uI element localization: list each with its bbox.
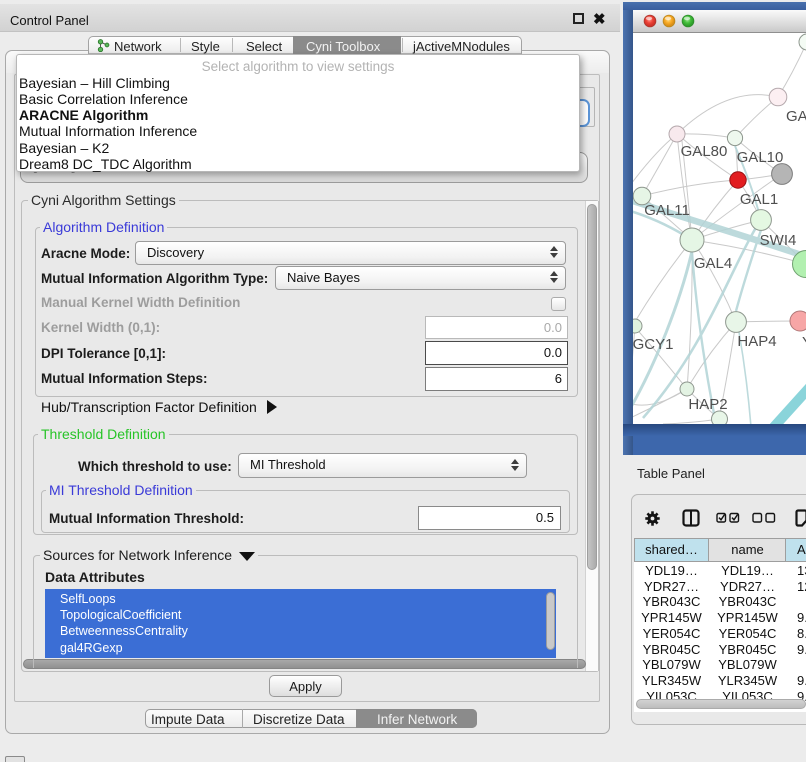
svg-text:GAL1: GAL1	[740, 191, 778, 208]
svg-text:SWI4: SWI4	[760, 232, 797, 249]
svg-text:Y: Y	[802, 334, 806, 351]
svg-text:GAL10: GAL10	[737, 149, 784, 166]
svg-text:GAL80: GAL80	[681, 143, 728, 160]
svg-text:GAL4: GAL4	[694, 255, 732, 272]
svg-text:GAL7: GAL7	[786, 108, 806, 125]
svg-text:GCY1: GCY1	[633, 336, 673, 353]
svg-text:HAP4: HAP4	[737, 333, 776, 350]
svg-text:GAL11: GAL11	[644, 202, 690, 219]
svg-text:HAP2: HAP2	[688, 396, 727, 413]
